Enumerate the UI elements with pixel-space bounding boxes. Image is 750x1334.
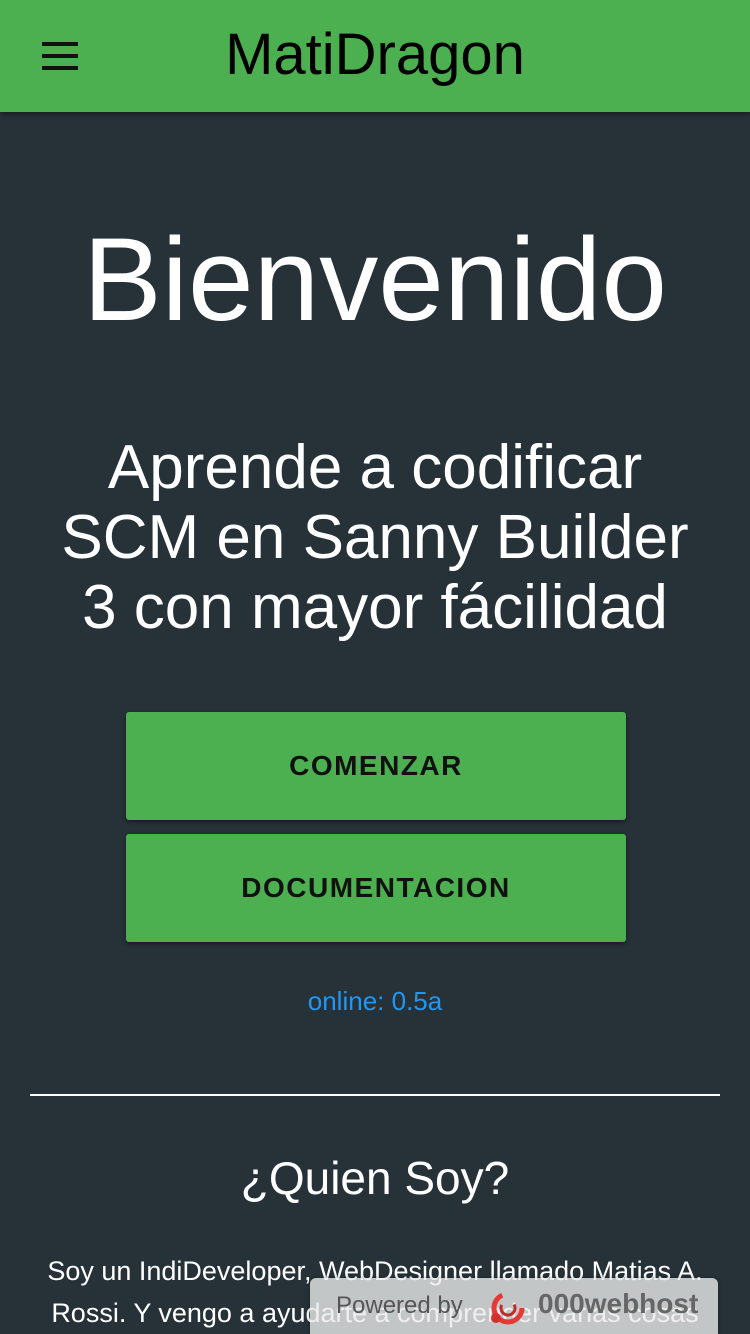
app-title: MatiDragon: [225, 22, 525, 87]
000webhost-logo-icon: [491, 1291, 525, 1325]
badge-brand-label: 000webhost: [538, 1288, 699, 1319]
start-button[interactable]: COMENZAR: [126, 712, 626, 820]
documentation-button[interactable]: DOCUMENTACION: [126, 834, 626, 942]
powered-by-label: Powered by: [336, 1292, 463, 1319]
about-title: ¿Quien Soy?: [240, 1152, 510, 1204]
hamburger-menu-icon[interactable]: [30, 32, 90, 80]
tagline: Aprende a codificar SCM en Sanny Builder…: [61, 433, 689, 642]
app-bar: MatiDragon: [0, 0, 750, 112]
online-version-status: online: 0.5a: [307, 986, 443, 1016]
powered-by-badge[interactable]: Powered by 000webhost: [310, 1278, 718, 1334]
welcome-heading: Bienvenido: [83, 214, 667, 346]
section-divider: [30, 1094, 720, 1096]
